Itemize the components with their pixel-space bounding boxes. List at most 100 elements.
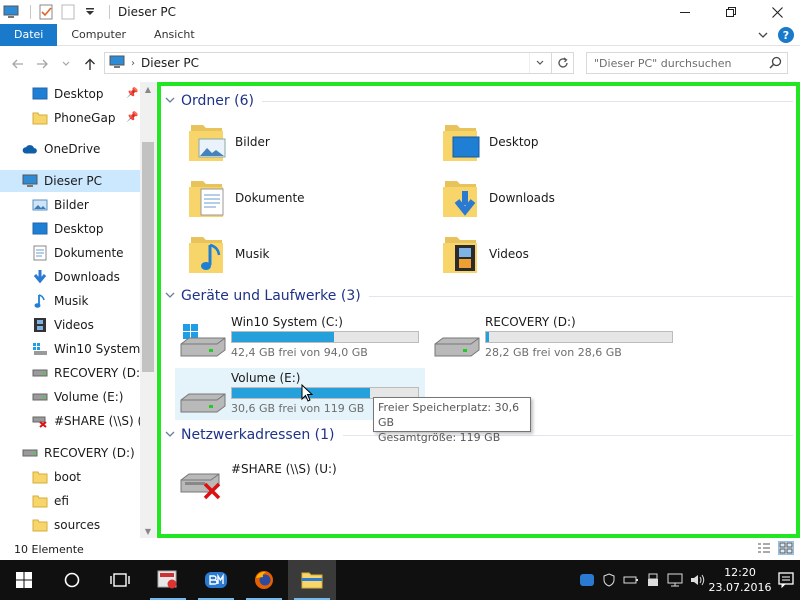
clock-date: 23.07.2016 — [708, 581, 772, 594]
group-title: Netzwerkadressen (1) — [181, 427, 335, 443]
search-circle-icon[interactable] — [48, 560, 96, 600]
tab-file[interactable]: Datei — [0, 23, 58, 46]
search-box[interactable] — [586, 52, 788, 74]
pin-icon[interactable]: 📌 — [126, 88, 138, 99]
tray-app-icon[interactable] — [576, 560, 598, 600]
taskbar-clock[interactable]: 12:20 23.07.2016 — [708, 565, 772, 595]
file-explorer-icon[interactable] — [288, 560, 336, 600]
firefox-icon[interactable] — [240, 560, 288, 600]
folder-tile-documents[interactable]: Dokumente — [185, 172, 305, 224]
folder-icon — [32, 517, 48, 533]
tile-label: Bilder — [235, 135, 270, 149]
volume-icon[interactable] — [686, 560, 708, 600]
folder-icon — [32, 110, 48, 126]
folder-tile-videos[interactable]: Videos — [439, 228, 529, 280]
folder-tile-downloads[interactable]: Downloads — [439, 172, 555, 224]
large-icons-view-icon[interactable] — [778, 541, 794, 555]
nav-recovery-boot[interactable]: boot — [32, 466, 81, 488]
ribbon-tabs: Datei Computer Ansicht ? — [0, 23, 800, 46]
drive-space-info: 30,6 GB frei von 119 GB — [231, 402, 365, 415]
nav-pc-videos[interactable]: Videos — [32, 314, 94, 336]
drive-icon — [22, 445, 38, 461]
nav-quick-desktop[interactable]: Desktop — [32, 83, 140, 105]
details-view-icon[interactable] — [756, 541, 772, 555]
search-input[interactable] — [594, 54, 764, 72]
tray-usb-icon[interactable] — [642, 560, 664, 600]
pin-icon[interactable]: 📌 — [126, 112, 138, 123]
taskbar-app-screenshot-icon[interactable] — [144, 560, 192, 600]
up-button[interactable] — [78, 52, 102, 76]
scroll-up-arrow-icon[interactable]: ▲ — [140, 82, 156, 96]
tray-shield-icon[interactable] — [598, 560, 620, 600]
collapse-chevron-icon[interactable] — [165, 291, 175, 302]
network-drive-tile-u[interactable]: #SHARE (\\S) (U:) — [175, 452, 425, 504]
nav-pc-documents[interactable]: Dokumente — [32, 242, 124, 264]
nav-pc-pictures[interactable]: Bilder — [32, 194, 89, 216]
nav-label: Musik — [54, 294, 89, 308]
tray-power-icon[interactable] — [620, 560, 642, 600]
action-center-icon[interactable] — [772, 560, 800, 600]
back-button[interactable] — [6, 52, 30, 76]
nav-label: sources — [54, 518, 101, 532]
group-divider — [368, 295, 793, 297]
nav-label: #SHARE (\\S) (U — [54, 414, 151, 428]
start-button[interactable] — [0, 560, 48, 600]
drive-usage-bar — [231, 331, 419, 343]
nav-pc-drive-e[interactable]: Volume (E:) — [32, 386, 123, 408]
expand-ribbon-icon[interactable] — [758, 28, 768, 42]
network-icon[interactable] — [664, 560, 686, 600]
quick-access-toolbar: Dieser PC — [0, 0, 176, 24]
nav-pc-network-share[interactable]: #SHARE (\\S) (U — [32, 410, 151, 432]
new-folder-icon[interactable] — [59, 3, 77, 21]
folder-icon — [32, 469, 48, 485]
taskbar-app-bm-icon[interactable] — [192, 560, 240, 600]
close-button[interactable] — [754, 0, 800, 24]
nav-pc-drive-d[interactable]: RECOVERY (D:) — [32, 362, 145, 384]
refresh-icon[interactable] — [551, 53, 573, 73]
group-header-drives[interactable]: Geräte und Laufwerke (3) — [165, 286, 793, 306]
folder-tile-desktop[interactable]: Desktop — [439, 116, 539, 168]
forward-button[interactable] — [30, 52, 54, 76]
nav-pc-desktop[interactable]: Desktop — [32, 218, 104, 240]
scrollbar-thumb[interactable] — [142, 142, 154, 372]
drive-name: #SHARE (\\S) (U:) — [231, 462, 337, 476]
properties-icon[interactable] — [37, 3, 55, 21]
collapse-chevron-icon[interactable] — [165, 96, 175, 107]
minimize-button[interactable] — [662, 0, 708, 24]
maximize-button[interactable] — [708, 0, 754, 24]
search-icon[interactable] — [769, 56, 782, 72]
onedrive-icon — [22, 141, 38, 157]
address-dropdown-icon[interactable] — [529, 53, 549, 73]
group-header-folders[interactable]: Ordner (6) — [165, 91, 793, 111]
nav-pc-drive-c[interactable]: Win10 System (C — [32, 338, 156, 360]
customize-toolbar-icon[interactable] — [81, 3, 99, 21]
nav-recovery-drive[interactable]: RECOVERY (D:) — [22, 442, 135, 464]
collapse-chevron-icon[interactable] — [165, 430, 175, 441]
address-bar[interactable]: › Dieser PC — [104, 52, 574, 74]
drive-tile-d[interactable]: RECOVERY (D:) 28,2 GB frei von 28,6 GB — [429, 312, 679, 364]
desktop-icon — [32, 221, 48, 237]
tab-view[interactable]: Ansicht — [140, 24, 209, 46]
drive-tile-c[interactable]: Win10 System (C:) 42,4 GB frei von 94,0 … — [175, 312, 425, 364]
scroll-down-arrow-icon[interactable]: ▼ — [140, 524, 156, 538]
nav-pc-downloads[interactable]: Downloads — [32, 266, 120, 288]
nav-onedrive[interactable]: OneDrive — [22, 138, 140, 160]
nav-quick-phonegap[interactable]: PhoneGap — [32, 107, 140, 129]
breadcrumb-chevron-icon[interactable]: › — [131, 58, 135, 69]
pictures-icon — [32, 197, 48, 213]
nav-pc-music[interactable]: Musik — [32, 290, 89, 312]
help-icon[interactable]: ? — [778, 27, 794, 43]
videos-folder-icon — [439, 231, 485, 277]
nav-recovery-sources[interactable]: sources — [32, 514, 100, 536]
nav-this-pc[interactable]: Dieser PC — [0, 170, 140, 192]
tab-computer[interactable]: Computer — [57, 24, 140, 46]
folder-tile-music[interactable]: Musik — [185, 228, 270, 280]
folder-tile-pictures[interactable]: Bilder — [185, 116, 270, 168]
windows-drive-icon — [179, 324, 227, 361]
nav-recovery-efi[interactable]: efi — [32, 490, 69, 512]
toolbar-separator — [30, 5, 31, 19]
breadcrumb-this-pc[interactable]: Dieser PC — [141, 56, 199, 70]
nav-scrollbar[interactable]: ▲ ▼ — [140, 82, 156, 538]
task-view-icon[interactable] — [96, 560, 144, 600]
recent-locations-button[interactable] — [54, 52, 78, 76]
